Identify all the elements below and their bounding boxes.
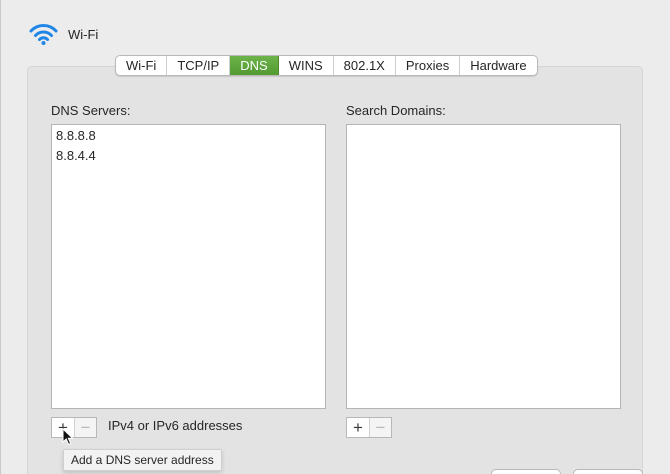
- dns-server-item[interactable]: 8.8.4.4: [52, 146, 325, 166]
- dns-servers-list[interactable]: 8.8.8.8 8.8.4.4: [51, 124, 326, 409]
- add-search-domain-button[interactable]: +: [347, 418, 369, 437]
- tab-tcpip[interactable]: TCP/IP: [167, 56, 231, 75]
- tab-wifi[interactable]: Wi-Fi: [116, 56, 168, 75]
- tab-dns[interactable]: DNS: [230, 56, 279, 75]
- search-add-remove-buttons: + −: [346, 417, 392, 438]
- remove-dns-server-button[interactable]: −: [74, 418, 96, 437]
- dns-servers-label: DNS Servers:: [51, 103, 131, 118]
- wifi-icon: [28, 22, 59, 46]
- add-dns-tooltip: Add a DNS server address: [63, 449, 222, 471]
- dns-server-item[interactable]: 8.8.8.8: [52, 126, 325, 146]
- remove-search-domain-button[interactable]: −: [369, 418, 391, 437]
- tab-proxies[interactable]: Proxies: [396, 56, 461, 75]
- search-domains-list[interactable]: [346, 124, 621, 409]
- mouse-pointer-icon: [62, 427, 74, 449]
- ok-button-edge[interactable]: [573, 469, 643, 474]
- tab-8021x[interactable]: 802.1X: [334, 56, 396, 75]
- tab-wins[interactable]: WINS: [279, 56, 334, 75]
- tab-hardware[interactable]: Hardware: [460, 56, 536, 75]
- network-header: Wi-Fi: [28, 20, 98, 48]
- dns-address-hint: IPv4 or IPv6 addresses: [108, 418, 243, 433]
- cancel-button-edge[interactable]: [491, 469, 561, 474]
- tab-bar: Wi-Fi TCP/IP DNS WINS 802.1X Proxies Har…: [115, 55, 538, 76]
- interface-title: Wi-Fi: [68, 26, 99, 42]
- search-domains-label: Search Domains:: [346, 103, 446, 118]
- dns-add-remove-buttons: + −: [51, 417, 97, 438]
